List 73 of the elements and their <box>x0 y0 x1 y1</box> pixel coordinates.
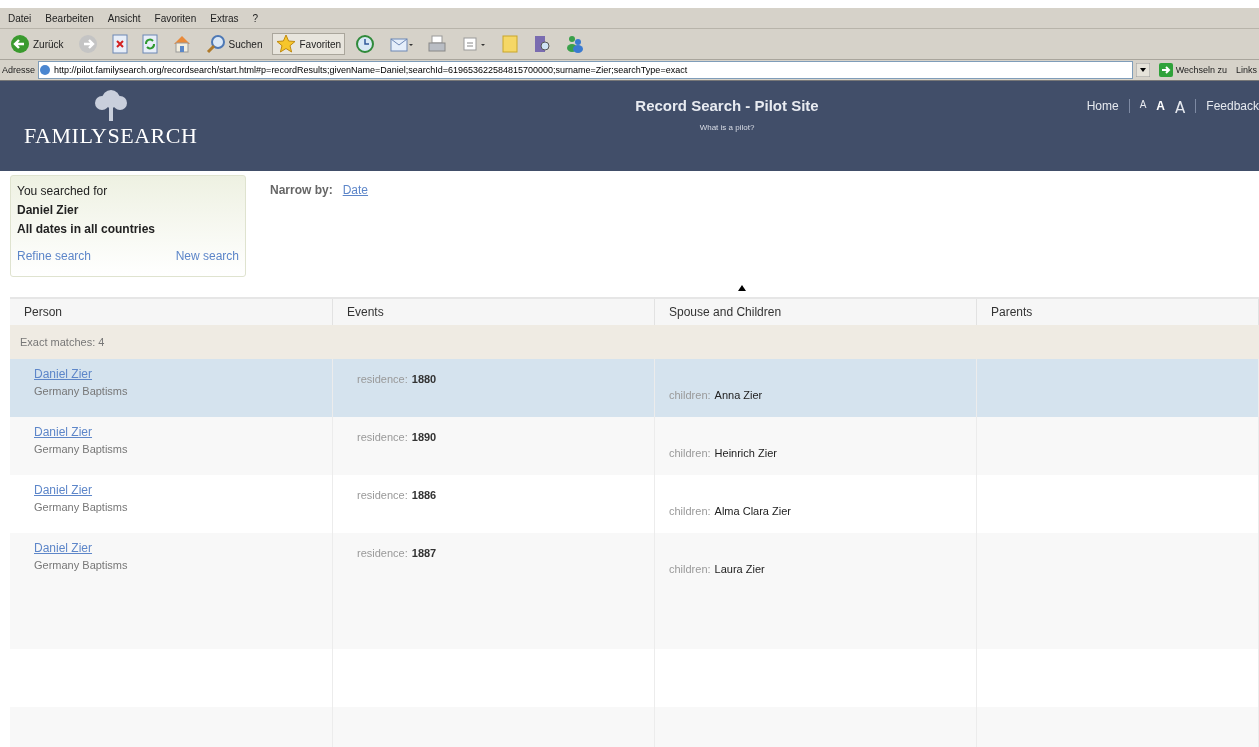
column-header[interactable]: Spouse and Children <box>655 299 977 325</box>
family-value: Laura Zier <box>714 563 765 575</box>
person-cell[interactable]: Daniel Zier Germany Baptisms <box>10 359 333 417</box>
event-label: residence: <box>357 547 408 559</box>
event-value: 1887 <box>411 547 437 559</box>
event-label: residence: <box>357 373 408 385</box>
toolbar-button[interactable]: Favoriten <box>272 33 346 55</box>
event-label: residence: <box>357 489 408 501</box>
menu-item[interactable]: Ansicht <box>107 12 141 24</box>
event-value: 1890 <box>411 431 437 443</box>
arrow-icon <box>1158 63 1173 77</box>
searched-scope: All dates in all countries <box>17 222 157 236</box>
text-size-link[interactable]: A <box>1156 99 1166 113</box>
person-link[interactable]: Daniel Zier <box>34 541 332 555</box>
family-label: children: <box>669 447 711 459</box>
searched-name: Daniel Zier <box>17 203 80 217</box>
links-label[interactable]: Links <box>1236 65 1257 75</box>
menu-item[interactable]: Bearbeiten <box>45 12 94 24</box>
site-logo[interactable]: FAMILYSEARCH <box>24 123 198 149</box>
filter-link[interactable]: Date <box>342 183 369 197</box>
dropdown-icon[interactable] <box>1135 63 1150 77</box>
person-link[interactable]: Daniel Zier <box>34 425 332 439</box>
person-cell[interactable]: Daniel Zier Germany Baptisms <box>10 417 333 475</box>
collection-text: Germany Baptisms <box>34 501 129 513</box>
clock-icon <box>355 34 376 54</box>
collection-text: Germany Baptisms <box>34 385 129 397</box>
family-value: Alma Clara Zier <box>714 505 791 517</box>
family-label: children: <box>669 563 711 575</box>
nav-link[interactable]: Feedback <box>1206 99 1259 113</box>
column-header[interactable]: Parents <box>977 299 1259 325</box>
book-icon <box>533 34 552 54</box>
go-button[interactable]: Wechseln zu <box>1152 63 1233 77</box>
page-title: Record Search - Pilot Site <box>635 97 819 114</box>
menu-item[interactable]: Favoriten <box>154 12 197 24</box>
family-label: children: <box>669 389 711 401</box>
people-icon <box>565 34 586 54</box>
address-label: Adresse <box>2 65 36 75</box>
person-link[interactable]: Daniel Zier <box>34 483 332 497</box>
event-label: residence: <box>357 431 408 443</box>
menu-item[interactable]: Datei <box>8 12 32 24</box>
pilot-link[interactable]: What is a pilot? <box>699 123 755 132</box>
text-size-link[interactable]: A <box>1139 99 1147 110</box>
address-field[interactable]: http://pilot.familysearch.org/recordsearch/start.html#p=recordResults;givenName=Daniel;searchId=619653622584815700000;surname=Zier;searchType=exact <box>38 61 1133 79</box>
menu-item[interactable]: Extras <box>210 12 239 24</box>
sort-arrow-icon[interactable] <box>738 285 747 291</box>
nav-link[interactable]: Home <box>1086 99 1119 113</box>
summary-heading: You searched for <box>17 184 109 198</box>
refresh-icon <box>141 34 158 54</box>
group-label: Exact matches: 4 <box>20 336 105 348</box>
menu-item[interactable]: ? <box>252 12 259 24</box>
stop-icon <box>111 34 128 54</box>
collection-text: Germany Baptisms <box>34 559 129 571</box>
column-header[interactable]: Events <box>333 299 655 325</box>
event-value: 1886 <box>411 489 437 501</box>
family-label: children: <box>669 505 711 517</box>
narrow-label: Narrow by: <box>270 183 333 197</box>
star-icon <box>276 34 297 54</box>
note-icon <box>501 34 520 54</box>
toolbar-button[interactable]: Suchen <box>201 33 267 55</box>
collection-text: Germany Baptisms <box>34 443 129 455</box>
text-size-link[interactable]: A <box>1175 99 1186 117</box>
search-icon <box>205 34 226 54</box>
toolbar-button[interactable]: Zurück <box>6 33 68 55</box>
printer-icon <box>427 34 448 54</box>
search-link[interactable]: Refine search <box>17 249 92 263</box>
person-cell[interactable]: Daniel Zier Germany Baptisms <box>10 533 333 591</box>
page-icon <box>39 64 52 76</box>
search-link[interactable]: New search <box>175 249 239 263</box>
document-icon <box>461 34 488 54</box>
column-header[interactable]: Person <box>10 299 333 325</box>
family-value: Anna Zier <box>714 389 763 401</box>
family-value: Heinrich Zier <box>714 447 777 459</box>
event-value: 1880 <box>411 373 437 385</box>
